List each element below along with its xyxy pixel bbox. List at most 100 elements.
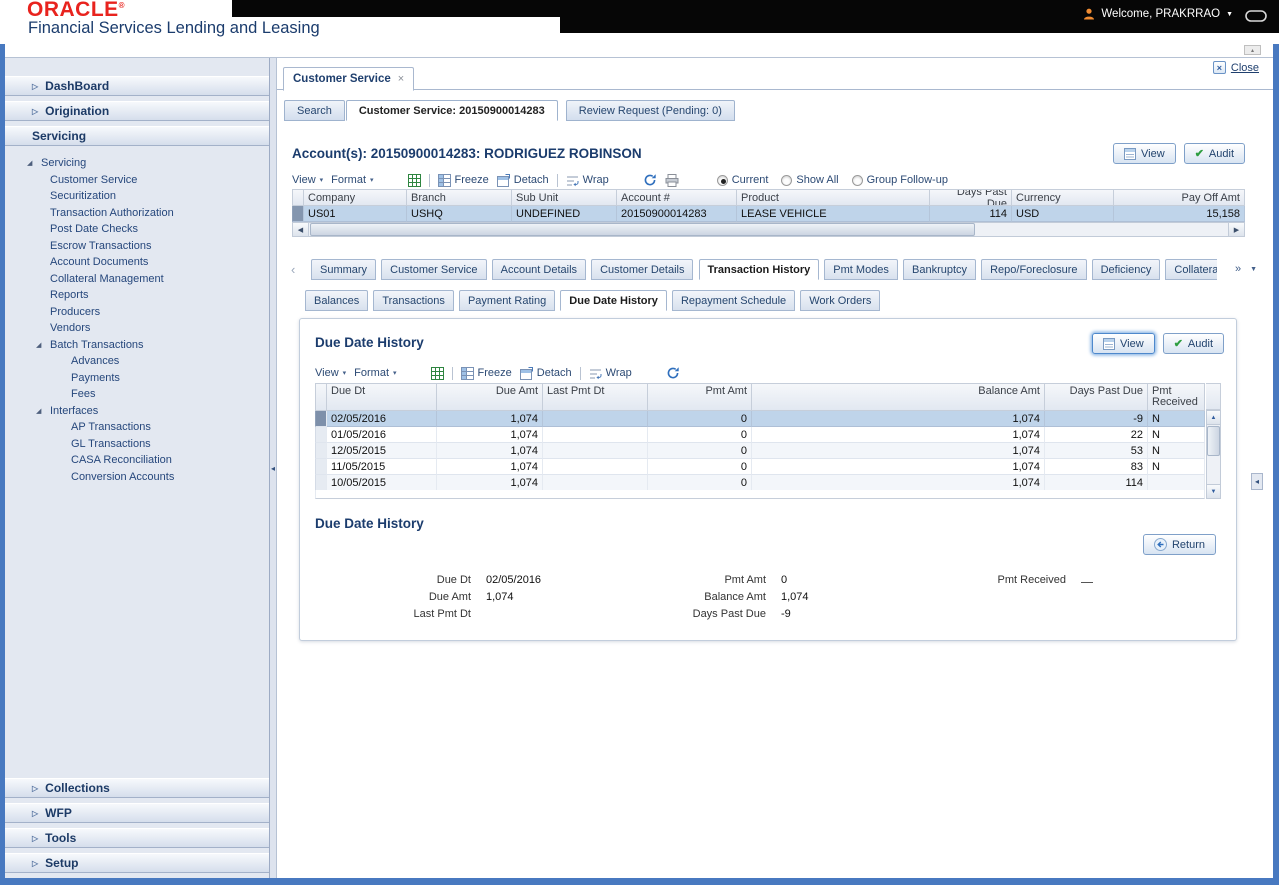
tab-customer-service[interactable]: Customer Service [381,259,486,280]
tree-node-interfaces[interactable]: ◢ Interfaces [5,403,269,420]
column-header[interactable]: Balance Amt [752,383,1045,411]
column-header[interactable]: Days Past Due [1045,383,1148,411]
welcome-area[interactable]: Welcome, PRAKRRAO ▼ [1083,8,1233,20]
column-header[interactable]: Pmt Received [1148,383,1205,411]
tab-summary[interactable]: Summary [311,259,376,280]
tree-expanded-icon[interactable]: ◢ [36,407,45,415]
column-header[interactable]: Days Past Due [930,189,1012,206]
row-selector[interactable] [315,475,327,491]
column-header[interactable]: Product [737,189,930,206]
cell-balance-amt[interactable]: 1,074 [752,411,1045,427]
tree-item-transaction-authorization[interactable]: Transaction Authorization [5,205,269,222]
sidebar-section-origination[interactable]: ▷ Origination [5,101,269,121]
cell-account[interactable]: 20150900014283 [617,206,737,222]
export-to-excel-icon[interactable] [408,174,421,187]
tab-repo-foreclosure[interactable]: Repo/Foreclosure [981,259,1086,280]
cell-pmt-received[interactable]: N [1148,443,1205,459]
tab-close-icon[interactable]: × [398,73,404,85]
tree-item-casa-reconciliation[interactable]: CASA Reconciliation [5,452,269,469]
refresh-icon[interactable] [643,173,657,187]
cell-pmt-amt[interactable]: 0 [648,411,752,427]
tab-customer-service-account[interactable]: Customer Service: 20150900014283 [346,100,558,121]
tab-due-date-history[interactable]: Due Date History [560,290,667,311]
column-header[interactable]: Sub Unit [512,189,617,206]
detach-button[interactable]: Detach [520,367,572,380]
cell-due-dt[interactable]: 12/05/2015 [327,443,437,459]
cell-pmt-amt[interactable]: 0 [648,443,752,459]
collapse-left-icon[interactable]: ◂ [271,464,275,473]
tree-item-gl-transactions[interactable]: GL Transactions [5,436,269,453]
cell-days-past-due[interactable]: -9 [1045,411,1148,427]
cell-last-pmt-dt[interactable] [543,443,648,459]
cell-due-dt[interactable]: 11/05/2015 [327,459,437,475]
cell-due-dt[interactable]: 02/05/2016 [327,411,437,427]
header-collapse-notch[interactable]: ▴ [1244,45,1261,55]
column-header[interactable]: Due Amt [437,383,543,411]
cell-pmt-amt[interactable]: 0 [648,427,752,443]
cell-due-amt[interactable]: 1,074 [437,475,543,491]
cell-balance-amt[interactable]: 1,074 [752,443,1045,459]
tabs-scroll-prev-icon[interactable]: ‹ [291,262,295,277]
cell-pmt-received[interactable]: N [1148,411,1205,427]
cell-sub-unit[interactable]: UNDEFINED [512,206,617,222]
cell-last-pmt-dt[interactable] [543,475,648,491]
window-tab-customer-service[interactable]: Customer Service × [283,67,414,91]
close-button[interactable]: × Close [1213,61,1259,74]
cell-balance-amt[interactable]: 1,074 [752,475,1045,491]
cell-product[interactable]: LEASE VEHICLE [737,206,930,222]
row-selector[interactable] [292,206,304,222]
freeze-button[interactable]: Freeze [461,367,512,380]
radio-current[interactable] [717,175,728,186]
cell-days-past-due[interactable]: 53 [1045,443,1148,459]
scroll-left-icon[interactable]: ◀ [293,223,309,236]
view-menu[interactable]: View▾ [292,174,323,186]
tab-search[interactable]: Search [284,100,345,121]
cell-branch[interactable]: USHQ [407,206,512,222]
sidebar-section-servicing[interactable]: Servicing [5,126,269,146]
tab-payment-rating[interactable]: Payment Rating [459,290,555,311]
freeze-button[interactable]: Freeze [438,174,489,187]
column-header[interactable]: Pay Off Amt [1114,189,1245,206]
sidebar-section-tools[interactable]: ▷ Tools [5,828,269,848]
tabs-dropdown-icon[interactable]: ▼ [1250,266,1257,273]
export-to-excel-icon[interactable] [431,367,444,380]
tab-pmt-modes[interactable]: Pmt Modes [824,259,898,280]
cell-pmt-amt[interactable]: 0 [648,475,752,491]
tab-transaction-history[interactable]: Transaction History [699,259,820,280]
tree-item-advances[interactable]: Advances [5,353,269,370]
refresh-icon[interactable] [666,366,680,380]
cell-due-dt[interactable]: 10/05/2015 [327,475,437,491]
detach-button[interactable]: Detach [497,174,549,187]
tree-item-securitization[interactable]: Securitization [5,188,269,205]
cell-pay-off-amt[interactable]: 15,158 [1114,206,1245,222]
wrap-button[interactable]: Wrap [589,367,632,380]
scroll-right-icon[interactable]: ▶ [1228,223,1244,236]
tree-item-producers[interactable]: Producers [5,304,269,321]
audit-button[interactable]: ✔ Audit [1184,143,1245,164]
cell-due-amt[interactable]: 1,074 [437,427,543,443]
view-button[interactable]: View [1092,333,1155,354]
tree-item-collateral-management[interactable]: Collateral Management [5,271,269,288]
column-header[interactable]: Due Dt [327,383,437,411]
tree-node-servicing[interactable]: ◢ Servicing [5,155,269,172]
tree-item-customer-service[interactable]: Customer Service [5,172,269,189]
scrollbar-thumb[interactable] [310,223,975,236]
tab-transactions[interactable]: Transactions [373,290,454,311]
format-menu[interactable]: Format▾ [354,367,396,379]
cell-last-pmt-dt[interactable] [543,427,648,443]
horizontal-scrollbar[interactable]: ◀ ▶ [292,222,1245,237]
wrap-button[interactable]: Wrap [566,174,609,187]
format-menu[interactable]: Format▾ [331,174,373,186]
radio-show-all[interactable] [781,175,792,186]
column-header[interactable]: Company [304,189,407,206]
cell-due-amt[interactable]: 1,074 [437,443,543,459]
scroll-up-icon[interactable]: ▲ [1207,411,1220,425]
tab-bankruptcy[interactable]: Bankruptcy [903,259,976,280]
scroll-down-icon[interactable]: ▼ [1207,484,1220,498]
column-header[interactable]: Last Pmt Dt [543,383,648,411]
scrollbar-thumb[interactable] [1207,426,1220,456]
cell-days-past-due[interactable]: 114 [1045,475,1148,491]
sidebar-section-setup[interactable]: ▷ Setup [5,853,269,873]
tree-item-vendors[interactable]: Vendors [5,320,269,337]
view-menu[interactable]: View▾ [315,367,346,379]
